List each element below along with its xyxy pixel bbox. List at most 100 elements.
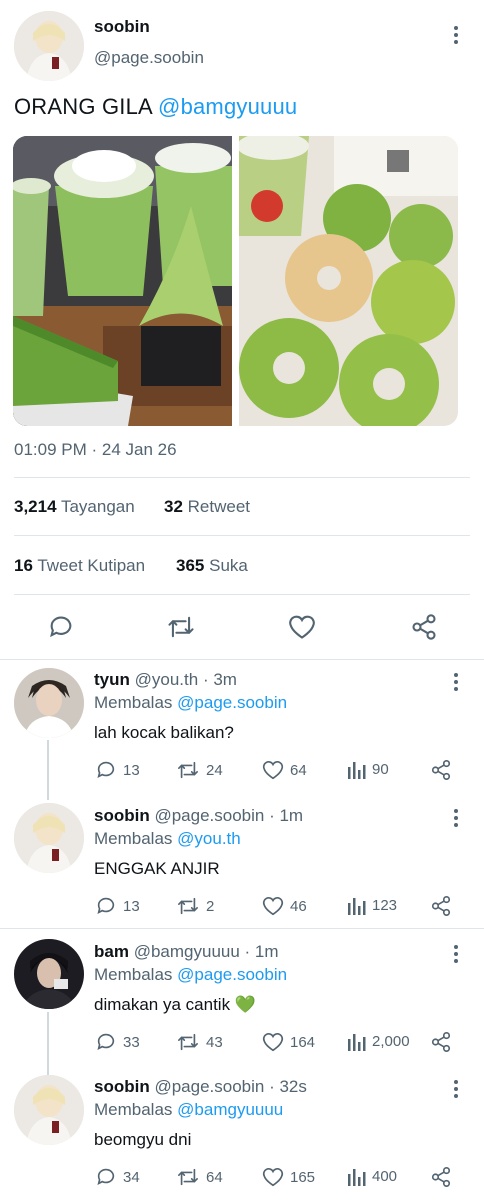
reply-retweet-button[interactable]: 43 (176, 1031, 223, 1053)
reply-share-button[interactable] (430, 1166, 452, 1193)
reply-like-button[interactable]: 165 (262, 1166, 315, 1188)
retweet-icon (178, 1033, 198, 1051)
quotes-stat[interactable]: 16 Tweet Kutipan (14, 556, 145, 576)
reply-header: soobin @page.soobin · 32s (94, 1077, 307, 1097)
share-icon (431, 896, 451, 916)
like-button[interactable] (288, 613, 316, 646)
like-count: 165 (290, 1168, 316, 1186)
replying-label: Membalas (94, 829, 173, 848)
replying-label: Membalas (94, 965, 173, 984)
reply-count: 13 (123, 761, 140, 779)
reply-more-icon[interactable] (453, 1080, 459, 1101)
replying-to: Membalas @bamgyuuuu (94, 1100, 283, 1120)
views-count: 90 (372, 760, 389, 778)
reply-views-button[interactable]: 123 (348, 895, 397, 915)
replying-to: Membalas @page.soobin (94, 693, 287, 713)
reply-share-button[interactable] (430, 759, 452, 786)
tweet-timestamp[interactable]: 01:09 PM · 24 Jan 26 (14, 440, 177, 460)
reply-views-button[interactable]: 90 (348, 759, 389, 779)
retweet-count: 24 (206, 761, 223, 779)
reply-views-button[interactable]: 400 (348, 1166, 397, 1186)
like-count: 164 (290, 1033, 316, 1051)
reply-icon (97, 1033, 115, 1050)
reply-author-name[interactable]: soobin (94, 1077, 150, 1096)
reply-views-button[interactable]: 2,000 (348, 1031, 410, 1051)
heart-icon (262, 897, 284, 916)
replying-to-link[interactable]: @you.th (177, 829, 241, 848)
replying-to-link[interactable]: @bamgyuuuu (177, 1100, 283, 1119)
quotes-label: Tweet Kutipan (37, 556, 146, 575)
like-count: 64 (290, 761, 307, 779)
share-button[interactable] (410, 613, 438, 646)
reply-author-handle[interactable]: @page.soobin (154, 1077, 264, 1096)
heart-icon (262, 1033, 284, 1052)
reply-icon (97, 761, 115, 778)
retweets-count: 32 (164, 497, 183, 516)
replying-to-link[interactable]: @page.soobin (177, 693, 287, 712)
author-handle[interactable]: @page.soobin (94, 48, 204, 68)
likes-label: Suka (209, 556, 248, 575)
reply-retweet-button[interactable]: 2 (176, 895, 214, 917)
reply-author-name[interactable]: tyun (94, 670, 130, 689)
reply-reply-button[interactable]: 13 (95, 759, 140, 781)
reply-retweet-button[interactable]: 64 (176, 1166, 223, 1188)
reply-more-icon[interactable] (453, 945, 459, 966)
retweet-icon (178, 1168, 198, 1186)
thread-line (47, 740, 49, 800)
reply-text: lah kocak balikan? (94, 723, 234, 742)
reply-button[interactable] (47, 613, 75, 646)
reply-share-button[interactable] (430, 895, 452, 922)
reply-time: · 1m (244, 942, 279, 961)
reply-reply-button[interactable]: 33 (95, 1031, 140, 1053)
tweet-text: ORANG GILA @bamgyuuuu (14, 94, 297, 120)
reply-icon (97, 897, 115, 914)
replying-to: Membalas @you.th (94, 829, 241, 849)
views-stat[interactable]: 3,214 Tayangan (14, 497, 135, 517)
retweet-icon (168, 616, 194, 638)
reply-time: · 1m (269, 806, 304, 825)
share-icon (431, 1167, 451, 1187)
reply-avatar[interactable] (14, 939, 84, 1009)
media-image-matcha-drinks[interactable] (13, 136, 232, 426)
reply-avatar[interactable] (14, 668, 84, 738)
reply-author-handle[interactable]: @you.th (135, 670, 199, 689)
quotes-count: 16 (14, 556, 33, 575)
retweet-count: 2 (206, 897, 215, 915)
reply-more-icon[interactable] (453, 809, 459, 830)
reply-author-handle[interactable]: @page.soobin (154, 806, 264, 825)
reply-avatar[interactable] (14, 803, 84, 873)
share-icon (431, 760, 451, 780)
retweet-count: 43 (206, 1033, 223, 1051)
views-count: 123 (372, 896, 398, 914)
likes-stat[interactable]: 365 Suka (176, 556, 248, 576)
reply-share-button[interactable] (430, 1031, 452, 1058)
author-avatar[interactable] (14, 11, 84, 81)
reply-count: 33 (123, 1033, 140, 1051)
reply-icon (97, 1168, 115, 1185)
reply-reply-button[interactable]: 13 (95, 895, 140, 917)
reply-retweet-button[interactable]: 24 (176, 759, 223, 781)
reply-author-name[interactable]: soobin (94, 806, 150, 825)
reply-like-button[interactable]: 64 (262, 759, 307, 781)
retweet-button[interactable] (166, 613, 196, 646)
reply-reply-button[interactable]: 34 (95, 1166, 140, 1188)
thread-line (47, 1012, 49, 1075)
reply-more-icon[interactable] (453, 673, 459, 694)
retweets-label: Retweet (187, 497, 251, 516)
views-icon (348, 1169, 366, 1186)
reply-like-button[interactable]: 164 (262, 1031, 315, 1053)
share-icon (431, 1032, 451, 1052)
reply-avatar[interactable] (14, 1075, 84, 1145)
reply-count: 13 (123, 897, 140, 915)
views-icon (348, 898, 366, 915)
tweet-mention-link[interactable]: @bamgyuuuu (158, 94, 297, 119)
media-image-matcha-donuts[interactable] (239, 136, 458, 426)
heart-icon (262, 761, 284, 780)
more-options-icon[interactable] (453, 26, 459, 47)
reply-author-name[interactable]: bam (94, 942, 129, 961)
author-name[interactable]: soobin (94, 17, 150, 37)
replying-to-link[interactable]: @page.soobin (177, 965, 287, 984)
reply-like-button[interactable]: 46 (262, 895, 307, 917)
retweets-stat[interactable]: 32 Retweet (164, 497, 250, 517)
reply-author-handle[interactable]: @bamgyuuuu (134, 942, 240, 961)
